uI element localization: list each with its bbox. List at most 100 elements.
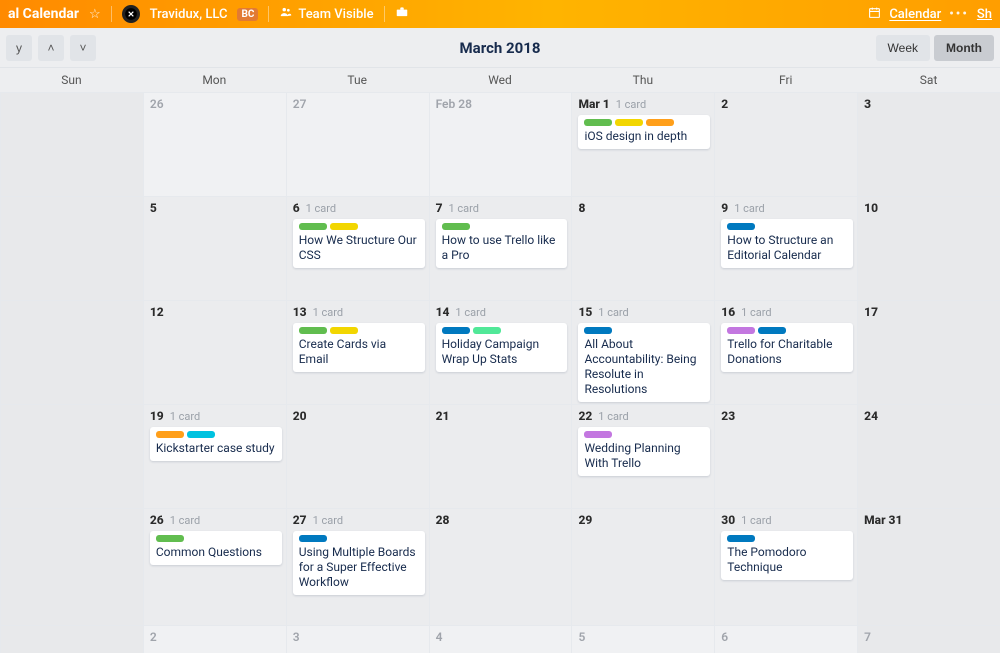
calendar-card[interactable]: Wedding Planning With Trello (578, 427, 710, 476)
calendar-card[interactable]: iOS design in depth (578, 115, 710, 149)
label-purple (727, 327, 755, 334)
calendar-cell[interactable] (0, 625, 143, 653)
label-blue (727, 535, 755, 542)
calendar-cell[interactable]: 3 (286, 625, 429, 653)
calendar-cell[interactable]: 5 (143, 196, 286, 300)
calendar-card[interactable]: Trello for Charitable Donations (721, 323, 853, 372)
calendar-card[interactable]: The Pomodoro Technique (721, 531, 853, 580)
calendar-cell[interactable]: 91 cardHow to Structure an Editorial Cal… (714, 196, 857, 300)
card-labels (442, 223, 562, 230)
calendar-cell[interactable]: 161 card Trello for Charitable Donations (714, 300, 857, 404)
card-labels (299, 223, 419, 230)
calendar-cell[interactable]: 21 (429, 404, 572, 508)
calendar-cell[interactable]: 10 (857, 196, 1000, 300)
date-number: 7 (864, 630, 871, 644)
card-title: How to Structure an Editorial Calendar (727, 233, 847, 263)
card-title: Wedding Planning With Trello (584, 441, 704, 471)
card-labels (584, 119, 704, 126)
calendar-cell[interactable]: 131 cardCreate Cards via Email (286, 300, 429, 404)
date-label: 61 card (293, 201, 425, 215)
calendar-cell[interactable]: 221 cardWedding Planning With Trello (571, 404, 714, 508)
calendar-card[interactable]: Kickstarter case study (150, 427, 282, 461)
chevron-up-icon: ˄ (47, 41, 54, 55)
month-view-button[interactable]: Month (934, 35, 994, 61)
calendar-cell[interactable]: 6 (714, 625, 857, 653)
next-button[interactable]: ˅ (70, 35, 96, 61)
org-avatar[interactable] (122, 5, 140, 23)
calendar-card[interactable]: How We Structure Our CSS (293, 219, 425, 268)
card-labels (299, 535, 419, 542)
date-label: 191 card (150, 409, 282, 423)
calendar-card[interactable]: How to use Trello like a Pro (436, 219, 568, 268)
card-title: All About Accountability: Being Resolute… (584, 337, 704, 397)
calendar-card[interactable]: Holiday Campaign Wrap Up Stats (436, 323, 568, 372)
calendar-cell[interactable]: 61 card How We Structure Our CSS (286, 196, 429, 300)
calendar-cell[interactable]: 141 card Holiday Campaign Wrap Up Stats (429, 300, 572, 404)
calendar-card[interactable]: All About Accountability: Being Resolute… (578, 323, 710, 402)
org-badge: BC (237, 8, 258, 21)
visibility-button[interactable]: Team Visible (279, 5, 373, 23)
prev-button[interactable]: ˄ (38, 35, 64, 61)
calendar-cell[interactable]: 271 cardUsing Multiple Boards for a Supe… (286, 508, 429, 625)
date-number: 2 (721, 97, 728, 111)
calendar-cell[interactable]: 5 (571, 625, 714, 653)
menu-dots-icon[interactable]: ••• (949, 7, 969, 22)
calendar-cell[interactable]: Feb 28 (429, 92, 572, 196)
month-title: March 2018 (460, 39, 541, 57)
briefcase-icon[interactable] (395, 5, 409, 23)
calendar-cell[interactable]: 2 (143, 625, 286, 653)
calendar-card[interactable]: Using Multiple Boards for a Super Effect… (293, 531, 425, 595)
calendar-cell[interactable]: 4 (429, 625, 572, 653)
calendar-card[interactable]: How to Structure an Editorial Calendar (721, 219, 853, 268)
calendar-cell[interactable]: 301 cardThe Pomodoro Technique (714, 508, 857, 625)
calendar-cell[interactable]: 7 (857, 625, 1000, 653)
calendar-cell[interactable]: 151 card All About Accountability: Being … (571, 300, 714, 404)
star-icon[interactable]: ☆ (89, 7, 101, 22)
calendar-cell[interactable] (0, 508, 143, 625)
today-button[interactable]: y (6, 35, 32, 61)
calendar-cell[interactable]: 8 (571, 196, 714, 300)
calendar-cell[interactable]: Mar 11 cardiOS design in depth (571, 92, 714, 196)
calendar-card[interactable]: Common Questions (150, 531, 282, 565)
date-label: 141 card (436, 305, 568, 319)
show-menu-link[interactable]: Sh (977, 7, 992, 22)
label-sky (187, 431, 215, 438)
calendar-cell[interactable]: 28 (429, 508, 572, 625)
calendar-icon (868, 6, 881, 23)
calendar-cell[interactable]: 29 (571, 508, 714, 625)
calendar-cell[interactable]: 23 (714, 404, 857, 508)
calendar-cell[interactable]: 24 (857, 404, 1000, 508)
label-orange (156, 431, 184, 438)
card-title: Using Multiple Boards for a Super Effect… (299, 545, 419, 590)
date-label: 151 card (578, 305, 710, 319)
calendar-cell[interactable]: 20 (286, 404, 429, 508)
calendar-cell[interactable]: 191 card Kickstarter case study (143, 404, 286, 508)
card-count: 1 card (313, 514, 343, 527)
calendar-card[interactable]: Create Cards via Email (293, 323, 425, 372)
date-label: 5 (578, 630, 710, 644)
org-name[interactable]: Travidux, LLC (150, 7, 228, 22)
calendar-cell[interactable] (0, 404, 143, 508)
date-label: 20 (293, 409, 425, 423)
board-title[interactable]: al Calendar (8, 6, 79, 22)
calendar-cell[interactable] (0, 92, 143, 196)
calendar-cell[interactable]: Mar 31 (857, 508, 1000, 625)
calendar-cell[interactable] (0, 196, 143, 300)
calendar-cell[interactable]: 12 (143, 300, 286, 404)
calendar-powerup-link[interactable]: Calendar (889, 7, 941, 22)
date-number: 4 (436, 630, 443, 644)
date-number: 2 (150, 630, 157, 644)
calendar-cell[interactable]: 71 cardHow to use Trello like a Pro (429, 196, 572, 300)
calendar-cell[interactable]: 3 (857, 92, 1000, 196)
week-view-button[interactable]: Week (876, 35, 930, 61)
date-label: 28 (436, 513, 568, 527)
calendar-cell[interactable]: 27 (286, 92, 429, 196)
date-number: 28 (436, 513, 450, 527)
calendar-cell[interactable]: 17 (857, 300, 1000, 404)
calendar-cell[interactable]: 26 (143, 92, 286, 196)
date-label: 161 card (721, 305, 853, 319)
calendar-cell[interactable] (0, 300, 143, 404)
calendar-cell[interactable]: 2 (714, 92, 857, 196)
date-label: 3 (864, 97, 996, 111)
calendar-cell[interactable]: 261 cardCommon Questions (143, 508, 286, 625)
